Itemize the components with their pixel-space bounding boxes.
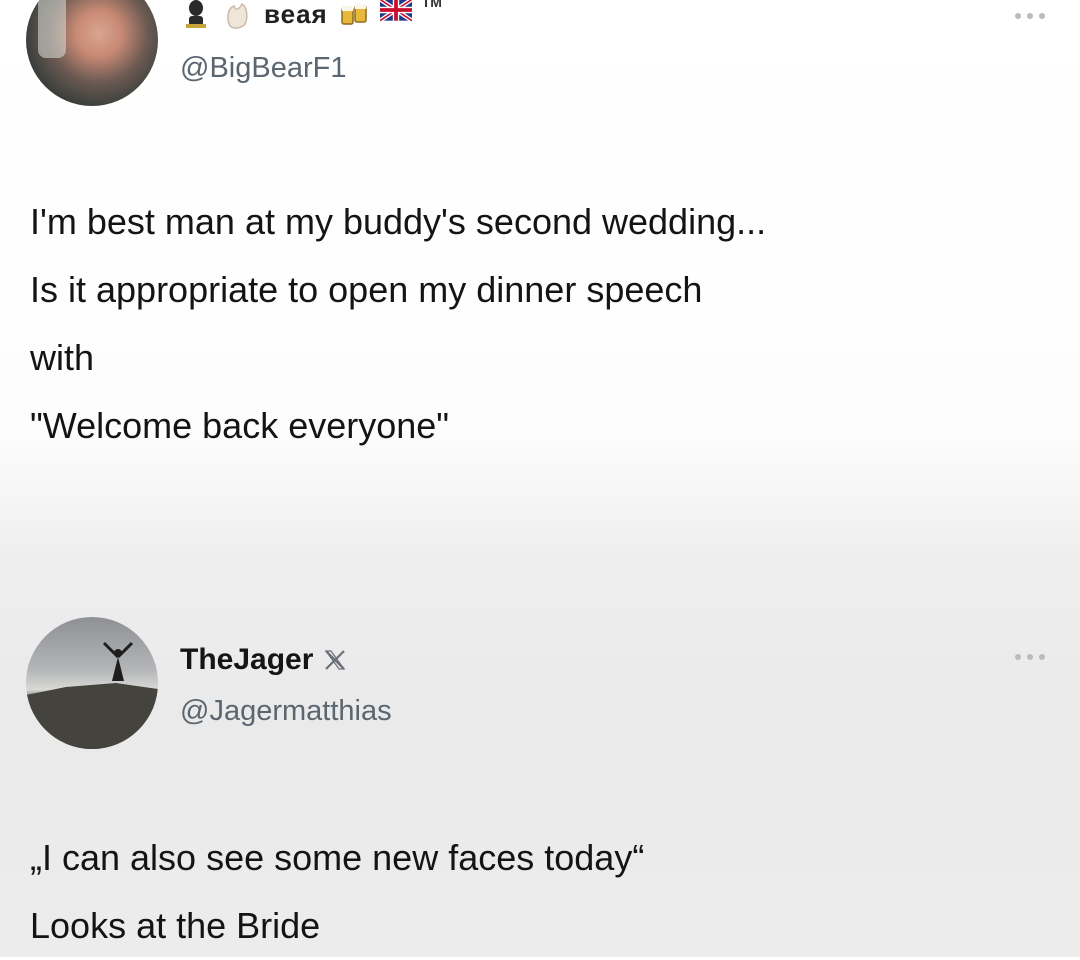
post-text-line: „I can also see some new faces today“ — [30, 837, 645, 878]
figure-emoji-icon — [180, 0, 212, 30]
post-text-line: with — [30, 337, 95, 378]
uk-flag-icon — [378, 0, 413, 30]
post-text: „I can also see some new faces today“ Lo… — [30, 824, 644, 960]
post-text-line: "Welcome back everyone" — [30, 405, 450, 446]
waving-hand-icon — [222, 0, 254, 30]
avatar-jagermatthias[interactable] — [26, 617, 158, 749]
beer-mugs-icon — [338, 0, 370, 30]
post-text-line: I'm best man at my buddy's second weddin… — [30, 201, 767, 242]
post-jagermatthias: TheJager @Jagermatthias „I can also see … — [0, 600, 1080, 957]
more-options-icon[interactable] — [1012, 12, 1048, 20]
more-options-icon[interactable] — [1012, 653, 1048, 661]
trademark-mark: TM — [421, 0, 442, 10]
display-name[interactable]: TheJager — [180, 643, 313, 677]
handle[interactable]: @Jagermatthias — [180, 695, 392, 728]
post-text-line: Is it appropriate to open my dinner spee… — [30, 269, 703, 310]
display-name[interactable]: веая — [264, 0, 328, 30]
avatar-bigbearf1[interactable] — [26, 0, 158, 106]
handle[interactable]: @BigBearF1 — [180, 52, 346, 85]
name-row: веая TM — [180, 0, 442, 38]
post-bigbearf1: веая TM @BigBearF1 I'm best man at my bu… — [0, 0, 1080, 480]
name-row: TheJager — [180, 636, 347, 684]
post-text: I'm best man at my buddy's second weddin… — [30, 188, 766, 460]
post-text-line: Looks at the Bride — [30, 905, 321, 946]
x-logo-icon — [323, 648, 347, 672]
